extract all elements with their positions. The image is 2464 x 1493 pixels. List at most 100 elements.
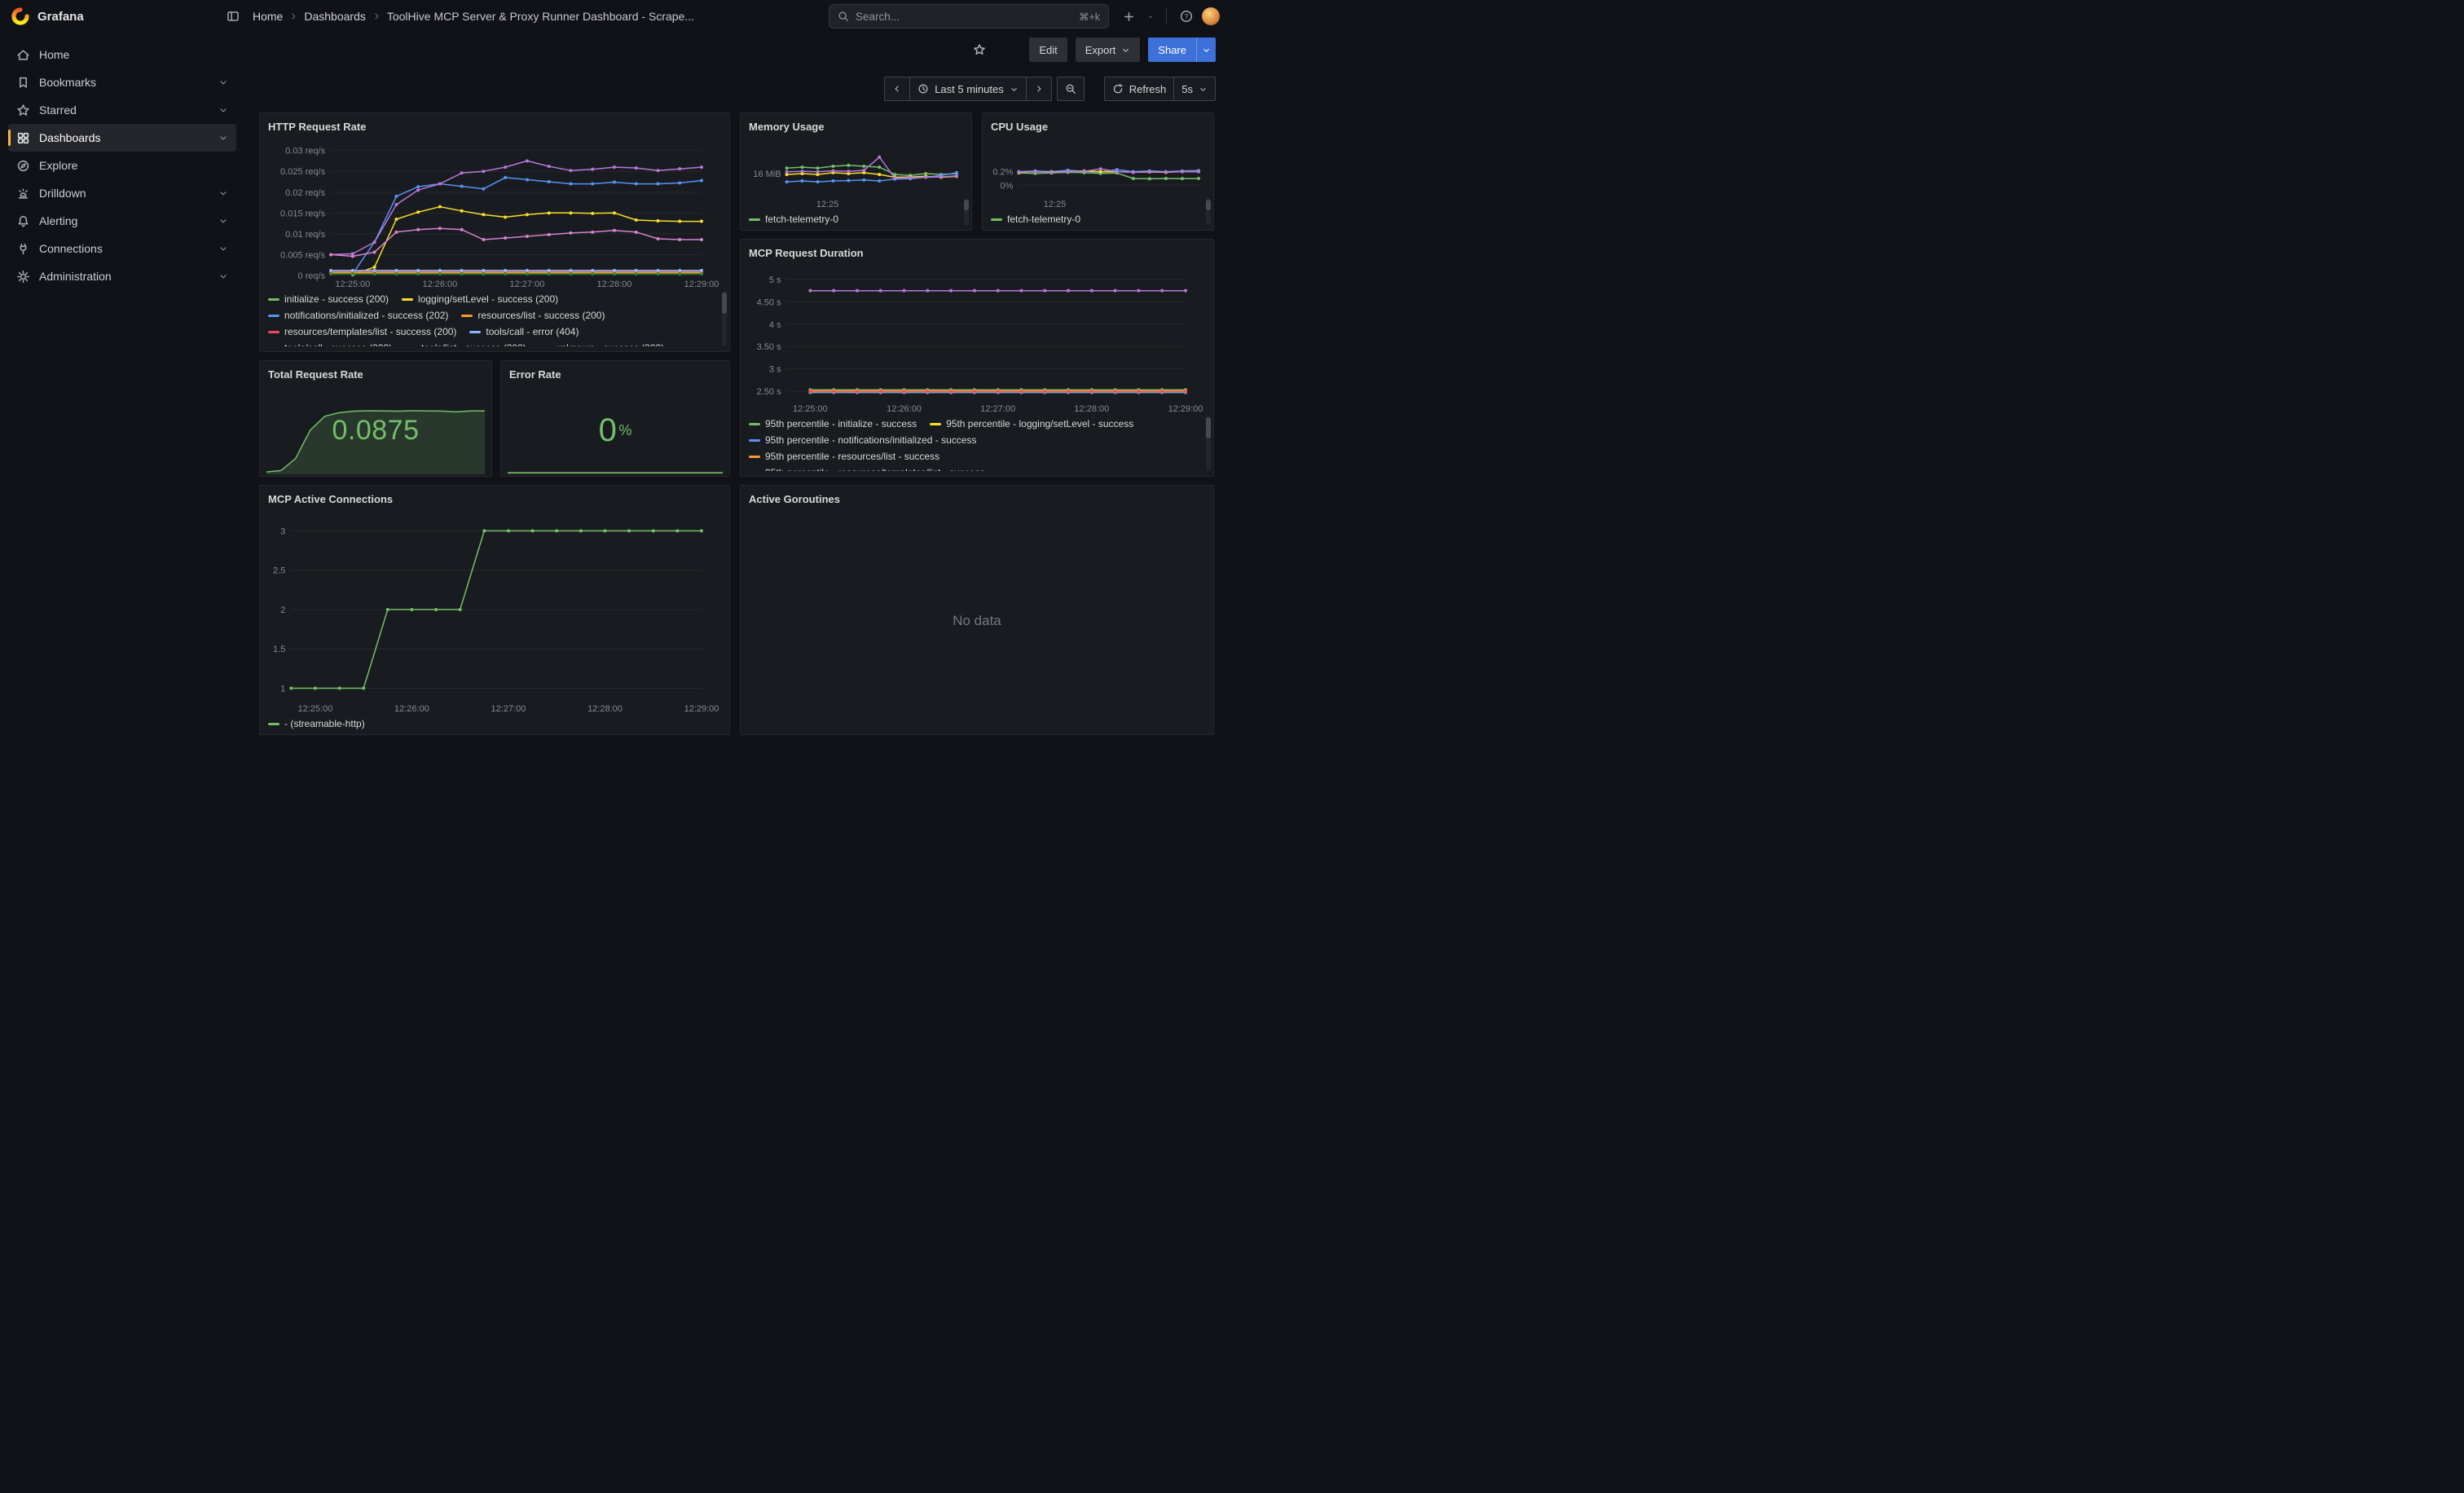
legend-item[interactable]: unknown - success (200) bbox=[539, 342, 664, 346]
edit-button[interactable]: Edit bbox=[1029, 37, 1067, 62]
breadcrumb-home[interactable]: Home bbox=[253, 10, 283, 23]
legend-item[interactable]: resources/list - success (200) bbox=[461, 310, 605, 321]
legend-item[interactable]: - (streamable-http) bbox=[268, 718, 365, 729]
svg-text:12:28:00: 12:28:00 bbox=[1074, 404, 1109, 414]
time-controls: Last 5 minutes Refresh bbox=[259, 77, 1216, 101]
legend-item[interactable]: 95th percentile - initialize - success bbox=[749, 418, 917, 429]
sidebar-item-administration[interactable]: Administration bbox=[8, 262, 236, 290]
sidebar-item-drilldown[interactable]: Drilldown bbox=[8, 179, 236, 207]
time-series-chart[interactable]: 0 req/s0.005 req/s0.01 req/s0.015 req/s0… bbox=[266, 138, 723, 289]
breadcrumb-dashboards[interactable]: Dashboards bbox=[304, 10, 366, 23]
chevron-down-icon[interactable] bbox=[218, 216, 228, 226]
legend-scrollbar[interactable] bbox=[1206, 416, 1211, 471]
panel-title[interactable]: MCP Request Duration bbox=[741, 240, 1213, 264]
svg-text:3.50 s: 3.50 s bbox=[757, 342, 781, 352]
legend-item[interactable]: 95th percentile - logging/setLevel - suc… bbox=[930, 418, 1133, 429]
share-button[interactable]: Share bbox=[1148, 37, 1196, 62]
sidebar-item-label: Drilldown bbox=[39, 187, 86, 200]
refresh-interval-picker[interactable]: 5s bbox=[1173, 77, 1216, 101]
export-button-label: Export bbox=[1085, 44, 1116, 56]
chevron-down-icon[interactable] bbox=[218, 133, 228, 143]
panel-title[interactable]: CPU Usage bbox=[983, 113, 1213, 138]
legend-item[interactable]: 95th percentile - resources/templates/li… bbox=[749, 467, 984, 471]
sidebar-item-dashboards[interactable]: Dashboards bbox=[8, 124, 236, 152]
legend-label: resources/list - success (200) bbox=[477, 310, 605, 321]
legend-item[interactable]: 95th percentile - resources/list - succe… bbox=[749, 451, 939, 462]
time-range-picker[interactable]: Last 5 minutes bbox=[909, 77, 1027, 101]
legend-item[interactable]: logging/setLevel - success (200) bbox=[402, 293, 558, 305]
time-series-chart[interactable]: 5 s4.50 s4 s3.50 s3 s2.50 s12:25:0012:26… bbox=[747, 264, 1207, 414]
panel-title[interactable]: Total Request Rate bbox=[260, 361, 491, 385]
brand-name[interactable]: Grafana bbox=[37, 10, 84, 24]
legend-row: - (streamable-http) bbox=[268, 716, 721, 732]
search-input[interactable]: Search... ⌘+k bbox=[829, 4, 1109, 29]
chevron-down-icon[interactable] bbox=[218, 188, 228, 198]
dashboard-grid: HTTP Request Rate 0 req/s0.005 req/s0.01… bbox=[259, 112, 1216, 735]
chevron-down-icon[interactable] bbox=[218, 77, 228, 87]
svg-text:16 MiB: 16 MiB bbox=[753, 170, 781, 179]
sidebar-toggle-icon[interactable] bbox=[222, 5, 244, 28]
star-dashboard-icon[interactable] bbox=[967, 37, 992, 62]
legend-item[interactable]: tools/call - error (404) bbox=[469, 326, 579, 337]
svg-text:12:29:00: 12:29:00 bbox=[684, 704, 719, 714]
scrollbar-thumb[interactable] bbox=[964, 200, 969, 210]
add-button[interactable] bbox=[1117, 5, 1140, 28]
panel-title[interactable]: MCP Active Connections bbox=[260, 486, 729, 510]
share-split-button: Share bbox=[1148, 37, 1216, 62]
legend-item[interactable]: initialize - success (200) bbox=[268, 293, 389, 305]
legend-item[interactable]: resources/templates/list - success (200) bbox=[268, 326, 456, 337]
legend-scrollbar[interactable] bbox=[964, 198, 969, 226]
chevron-right-icon bbox=[1034, 84, 1044, 94]
add-dropdown-chevron-icon[interactable] bbox=[1143, 5, 1158, 28]
panel-title[interactable]: HTTP Request Rate bbox=[260, 113, 729, 138]
help-icon[interactable]: ? bbox=[1175, 5, 1198, 28]
svg-text:0.025 req/s: 0.025 req/s bbox=[280, 167, 326, 177]
scrollbar-thumb[interactable] bbox=[1206, 417, 1211, 438]
time-series-chart[interactable]: 0.2%0%12:25 bbox=[989, 138, 1207, 209]
legend-scrollbar[interactable] bbox=[722, 291, 727, 346]
sidebar-item-label: Administration bbox=[39, 270, 112, 283]
panel-title[interactable]: Active Goroutines bbox=[741, 486, 1213, 510]
legend-scrollbar[interactable] bbox=[1206, 198, 1211, 226]
time-shift-forward-button[interactable] bbox=[1026, 77, 1052, 101]
legend-item[interactable]: tools/call - success (200) bbox=[268, 342, 392, 346]
sidebar-item-bookmarks[interactable]: Bookmarks bbox=[8, 68, 236, 96]
stat-suffix: % bbox=[618, 422, 631, 439]
grafana-logo[interactable] bbox=[11, 7, 29, 25]
sidebar-item-home[interactable]: Home bbox=[8, 41, 236, 68]
time-shift-back-button[interactable] bbox=[884, 77, 910, 101]
legend-swatch bbox=[749, 423, 760, 425]
legend-label: initialize - success (200) bbox=[284, 293, 389, 305]
avatar[interactable] bbox=[1201, 7, 1221, 26]
time-series-chart[interactable]: 32.521.5112:25:0012:26:0012:27:0012:28:0… bbox=[266, 510, 723, 714]
legend-swatch bbox=[930, 423, 941, 425]
svg-text:12:28:00: 12:28:00 bbox=[597, 280, 632, 289]
chevron-down-icon[interactable] bbox=[218, 105, 228, 115]
svg-text:12:26:00: 12:26:00 bbox=[887, 404, 922, 414]
share-dropdown-chevron-icon[interactable] bbox=[1196, 37, 1216, 62]
legend-item[interactable]: fetch-telemetry-0 bbox=[749, 214, 838, 225]
sidebar-item-alerting[interactable]: Alerting bbox=[8, 207, 236, 235]
refresh-button[interactable]: Refresh bbox=[1104, 77, 1175, 101]
legend-swatch bbox=[268, 331, 279, 333]
panel-title[interactable]: Error Rate bbox=[501, 361, 729, 385]
chevron-down-icon[interactable] bbox=[218, 244, 228, 253]
legend-item[interactable]: tools/list - success (200) bbox=[405, 342, 526, 346]
legend-label: fetch-telemetry-0 bbox=[1007, 214, 1080, 225]
time-series-chart[interactable]: 16 MiB12:25 bbox=[747, 138, 965, 209]
legend-item[interactable]: fetch-telemetry-0 bbox=[991, 214, 1080, 225]
zoom-out-button[interactable] bbox=[1057, 77, 1085, 101]
chevron-down-icon[interactable] bbox=[218, 271, 228, 281]
panel-title[interactable]: Memory Usage bbox=[741, 113, 971, 138]
scrollbar-thumb[interactable] bbox=[722, 293, 727, 314]
legend-swatch bbox=[461, 315, 473, 317]
sidebar-item-label: Home bbox=[39, 48, 69, 61]
legend-item[interactable]: notifications/initialized - success (202… bbox=[268, 310, 448, 321]
sidebar-item-connections[interactable]: Connections bbox=[8, 235, 236, 262]
sidebar-item-explore[interactable]: Explore bbox=[8, 152, 236, 179]
legend-swatch bbox=[749, 218, 760, 221]
legend-item[interactable]: 95th percentile - notifications/initiali… bbox=[749, 434, 976, 446]
sidebar-item-starred[interactable]: Starred bbox=[8, 96, 236, 124]
scrollbar-thumb[interactable] bbox=[1206, 200, 1211, 210]
export-button[interactable]: Export bbox=[1076, 37, 1141, 62]
